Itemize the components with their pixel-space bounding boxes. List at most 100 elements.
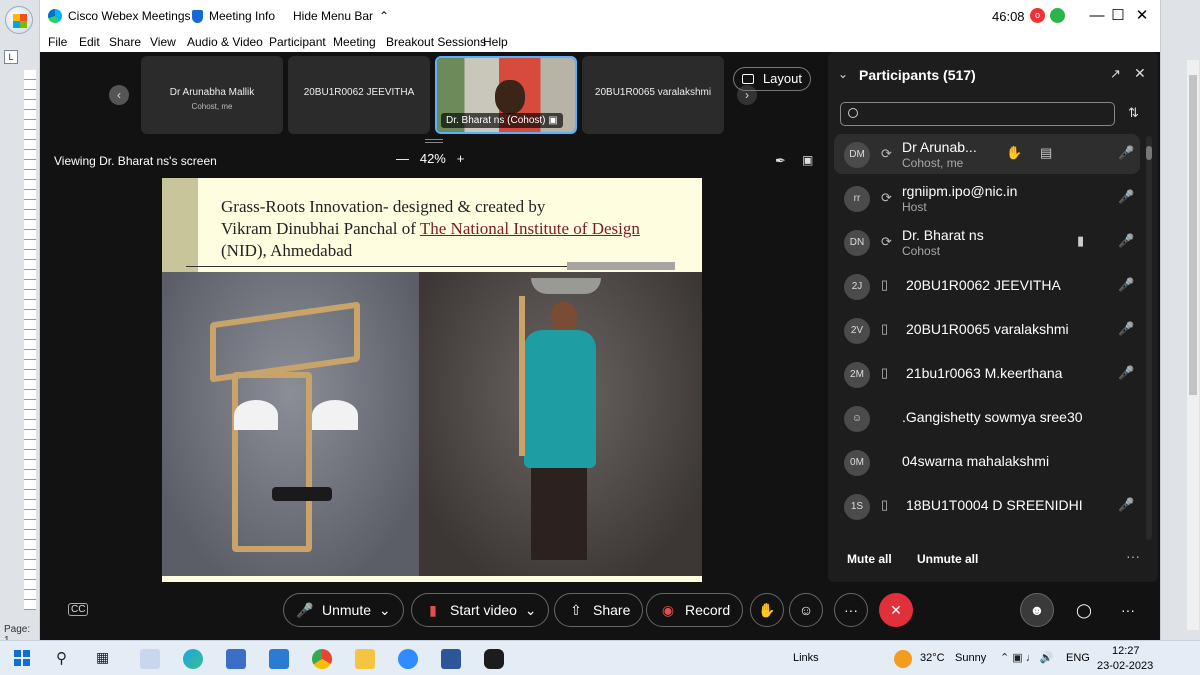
chevron-down-icon[interactable]: ⌄ bbox=[379, 602, 391, 618]
video-tile[interactable]: Dr Arunabha Mallik Cohost, me bbox=[141, 56, 283, 134]
slide-title-line2: Vikram Dinubhai Panchal of bbox=[221, 219, 420, 238]
mute-all-button[interactable]: Mute all bbox=[847, 552, 892, 566]
chrome-icon[interactable] bbox=[312, 649, 332, 669]
participant-name: rgniipm.ipo@nic.in bbox=[902, 183, 1018, 199]
participant-row[interactable]: 2V ▯ 20BU1R0065 varalakshmi 🎤 bbox=[834, 310, 1140, 350]
task-view-icon[interactable]: ▦ bbox=[96, 649, 109, 666]
ruler-toggle-icon[interactable]: L bbox=[4, 50, 18, 64]
paint-icon[interactable] bbox=[140, 649, 160, 669]
video-tile[interactable]: 20BU1R0065 varalakshmi bbox=[582, 56, 724, 134]
captions-icon[interactable]: ▤ bbox=[1040, 145, 1052, 161]
meeting-info-button[interactable]: Meeting Info bbox=[192, 9, 275, 23]
participant-row[interactable]: ☺ .Gangishetty sowmya sree30 bbox=[834, 398, 1140, 438]
collapse-chevron-icon[interactable]: ⌄ bbox=[838, 67, 848, 81]
participant-row[interactable]: 0M 04swarna mahalakshmi bbox=[834, 442, 1140, 482]
avatar: 2V bbox=[844, 318, 870, 344]
end-call-button[interactable]: ✕ bbox=[879, 593, 913, 627]
participant-row[interactable]: 2J ▯ 20BU1R0062 JEEVITHA 🎤 bbox=[834, 266, 1140, 306]
links-toolbar[interactable]: Links bbox=[793, 652, 819, 664]
share-button[interactable]: ⇧ Share bbox=[554, 593, 644, 627]
zoom-app-icon[interactable] bbox=[398, 649, 418, 669]
pop-out-panel-icon[interactable]: ↗ bbox=[1110, 66, 1121, 82]
participant-row[interactable]: 2M ▯ 21bu1r0063 M.keerthana 🎤 bbox=[834, 354, 1140, 394]
raise-hand-button[interactable]: ✋ bbox=[750, 593, 784, 627]
start-video-button[interactable]: ▮ Start video ⌄ bbox=[411, 593, 550, 627]
mic-on-icon[interactable]: 🎤 bbox=[1118, 233, 1134, 249]
record-button[interactable]: ◉ Record bbox=[646, 593, 744, 627]
unmute-all-button[interactable]: Unmute all bbox=[917, 552, 978, 566]
menu-participant[interactable]: Participant bbox=[269, 35, 326, 49]
thumbnails-prev-icon[interactable]: ‹ bbox=[109, 85, 129, 105]
webex-app-icon[interactable] bbox=[484, 649, 504, 669]
menu-share[interactable]: Share bbox=[109, 35, 141, 49]
mic-muted-icon[interactable]: 🎤 bbox=[1118, 321, 1134, 337]
zoom-out-icon[interactable]: — bbox=[396, 151, 409, 166]
mic-muted-icon[interactable]: 🎤 bbox=[1118, 277, 1134, 293]
maximize-icon[interactable]: ☐ bbox=[1107, 5, 1129, 27]
mic-muted-icon[interactable]: 🎤 bbox=[1118, 189, 1134, 205]
panel-scrollbar[interactable] bbox=[1146, 136, 1152, 540]
word-scrollbar-thumb[interactable] bbox=[1189, 75, 1197, 395]
participants-toggle-button[interactable]: ☻ bbox=[1020, 593, 1054, 627]
video-tile[interactable]: 20BU1R0062 JEEVITHA bbox=[288, 56, 430, 134]
network-health-icon[interactable] bbox=[1050, 8, 1065, 23]
layout-label: Layout bbox=[762, 71, 802, 86]
mobile-device-icon: ▯ bbox=[881, 497, 889, 512]
mic-muted-icon[interactable]: 🎤 bbox=[1118, 145, 1134, 161]
participant-search-input[interactable] bbox=[840, 102, 1115, 126]
zoom-in-icon[interactable]: + bbox=[457, 151, 465, 166]
chevron-down-icon[interactable]: ⌄ bbox=[525, 602, 537, 618]
menu-meeting[interactable]: Meeting bbox=[333, 35, 376, 49]
layout-button[interactable]: Layout bbox=[733, 67, 811, 91]
panel-more-icon[interactable]: ··· bbox=[1126, 548, 1140, 564]
windows-start-icon[interactable] bbox=[14, 650, 30, 666]
mobile-device-icon: ▯ bbox=[881, 321, 889, 336]
store-icon[interactable] bbox=[226, 649, 246, 669]
minimize-icon[interactable]: — bbox=[1086, 5, 1108, 27]
sort-icon[interactable]: ⇅ bbox=[1128, 105, 1139, 121]
pop-out-icon[interactable]: ▣ bbox=[802, 153, 813, 167]
close-panel-icon[interactable]: ✕ bbox=[1134, 65, 1146, 82]
raise-hand-icon[interactable]: ✋ bbox=[1006, 145, 1022, 161]
menu-file[interactable]: File bbox=[48, 35, 67, 49]
annotate-icon[interactable]: ✒ bbox=[775, 153, 786, 169]
mic-muted-icon[interactable]: 🎤 bbox=[1118, 365, 1134, 381]
participant-row[interactable]: DM ⟳ Dr Arunab... Cohost, me ✋ ▤ 🎤 bbox=[834, 134, 1140, 174]
video-camera-icon[interactable]: ▮ bbox=[1077, 233, 1084, 249]
menu-breakout-sessions[interactable]: Breakout Sessions bbox=[386, 35, 486, 49]
menu-view[interactable]: View bbox=[150, 35, 176, 49]
more-icon: ··· bbox=[844, 602, 858, 618]
chat-button[interactable]: ◯ bbox=[1067, 593, 1101, 627]
search-icon[interactable]: ⚲ bbox=[56, 649, 67, 667]
participant-row[interactable]: DN ⟳ Dr. Bharat ns Cohost ▮ 🎤 bbox=[834, 222, 1140, 262]
participant-name: 04swarna mahalakshmi bbox=[902, 453, 1050, 469]
panel-scrollbar-thumb[interactable] bbox=[1146, 146, 1152, 160]
participant-row[interactable]: 1S ▯ 18BU1T0004 D SREENIDHI 🎤 bbox=[834, 486, 1140, 526]
menu-edit[interactable]: Edit bbox=[79, 35, 100, 49]
weather-desc[interactable]: Sunny bbox=[955, 652, 986, 664]
video-tile-active-speaker[interactable]: Dr. Bharat ns (Cohost) ▣ bbox=[435, 56, 577, 134]
slide-title-link[interactable]: The National Institute of Design bbox=[420, 219, 640, 238]
menu-help[interactable]: Help bbox=[483, 35, 508, 49]
menu-audio-video[interactable]: Audio & Video bbox=[187, 35, 263, 49]
weather-temp[interactable]: 32°C bbox=[920, 652, 945, 664]
office-logo-icon[interactable] bbox=[5, 6, 33, 34]
clock-time[interactable]: 12:27 bbox=[1112, 645, 1140, 657]
resize-handle-icon[interactable] bbox=[425, 139, 443, 143]
word-app-icon[interactable] bbox=[441, 649, 461, 669]
hide-menu-bar-button[interactable]: Hide Menu Bar ⌃ bbox=[293, 9, 389, 23]
system-tray-icons[interactable]: ⌃ ▣ ♩ 🔊 bbox=[1000, 651, 1053, 664]
input-language[interactable]: ENG bbox=[1066, 652, 1090, 664]
file-explorer-icon[interactable] bbox=[355, 649, 375, 669]
more-options-button[interactable]: ··· bbox=[834, 593, 868, 627]
edge-browser-icon[interactable] bbox=[183, 649, 203, 669]
unmute-button[interactable]: 🎤 Unmute ⌄ bbox=[283, 593, 404, 627]
more-panels-button[interactable]: ··· bbox=[1111, 593, 1145, 627]
closed-captions-icon[interactable]: CC bbox=[68, 603, 89, 616]
close-icon[interactable]: ✕ bbox=[1131, 5, 1153, 27]
clock-date[interactable]: 23-02-2023 bbox=[1097, 660, 1153, 672]
reactions-button[interactable]: ☺ bbox=[789, 593, 823, 627]
mic-muted-icon[interactable]: 🎤 bbox=[1118, 497, 1134, 513]
participant-row[interactable]: rr ⟳ rgniipm.ipo@nic.in Host 🎤 bbox=[834, 178, 1140, 218]
mail-icon[interactable] bbox=[269, 649, 289, 669]
